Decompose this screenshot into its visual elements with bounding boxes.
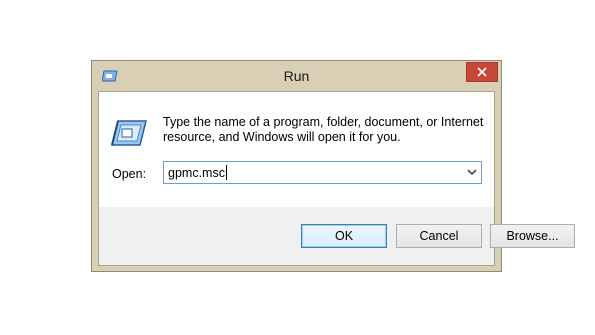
- ok-button[interactable]: OK: [301, 224, 387, 248]
- text-caret: [226, 165, 227, 180]
- title-bar[interactable]: Run: [92, 61, 501, 91]
- description-line-2: resource, and Windows will open it for y…: [163, 130, 401, 144]
- cancel-button[interactable]: Cancel: [396, 224, 482, 248]
- chevron-down-icon[interactable]: [467, 168, 477, 176]
- window-title: Run: [283, 68, 310, 84]
- dialog-description: Type the name of a program, folder, docu…: [163, 115, 488, 145]
- open-input[interactable]: [168, 165, 448, 181]
- browse-button[interactable]: Browse...: [490, 224, 575, 248]
- dialog-content: Type the name of a program, folder, docu…: [99, 92, 494, 207]
- description-line-1: Type the name of a program, folder, docu…: [163, 115, 484, 129]
- run-program-icon: [111, 120, 147, 146]
- close-button[interactable]: [466, 62, 498, 82]
- page: Run Type the name of a program, folder, …: [0, 0, 595, 335]
- run-dialog: Run Type the name of a program, folder, …: [91, 60, 575, 272]
- close-icon: [477, 67, 487, 77]
- open-label: Open:: [112, 167, 147, 181]
- dialog-client-area: Type the name of a program, folder, docu…: [98, 91, 575, 266]
- open-combobox[interactable]: [163, 161, 482, 184]
